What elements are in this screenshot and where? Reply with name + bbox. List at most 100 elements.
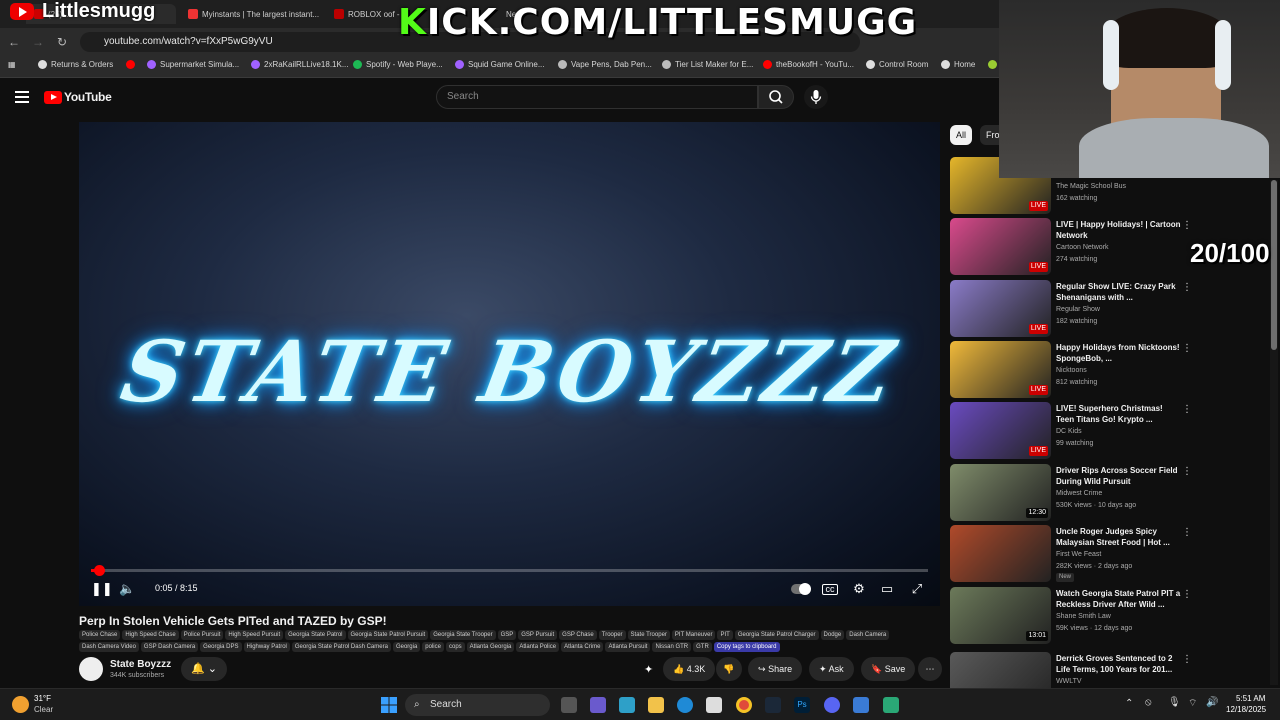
youtube-logo-text[interactable]: YouTube: [64, 90, 112, 104]
progress-bar[interactable]: [91, 565, 928, 576]
more-actions-button[interactable]: ⋯: [918, 657, 942, 681]
volume-icon[interactable]: 🔈: [119, 581, 135, 597]
search-button[interactable]: [758, 85, 794, 109]
recommendation-title[interactable]: Happy Holidays from Nicktoons! SpongeBob…: [1056, 342, 1182, 364]
recommendation-thumbnail[interactable]: LIVE: [950, 402, 1051, 459]
pause-icon[interactable]: ❚❚: [91, 581, 113, 597]
browser-tab[interactable]: Myinstants | The largest instant...✕: [180, 4, 320, 24]
recommendation-item[interactable]: LIVE Happy Holidays from Nicktoons! Spong…: [950, 341, 1270, 398]
recommendation-item[interactable]: 13:01 Watch Georgia State Patrol PIT a Re…: [950, 587, 1270, 644]
channel-name[interactable]: State Boyzzz: [110, 659, 171, 670]
more-vertical-icon[interactable]: ⋮: [1182, 589, 1192, 600]
recommendation-channel[interactable]: Shane Smith Law: [1056, 613, 1111, 620]
discord-icon[interactable]: [824, 697, 840, 713]
recommendation-title[interactable]: Watch Georgia State Patrol PIT a Reckles…: [1056, 588, 1182, 610]
captions-icon[interactable]: cc: [822, 584, 838, 595]
share-button[interactable]: ↪ Share: [748, 657, 803, 681]
bookmark-squid-game[interactable]: Squid Game Online...: [455, 60, 544, 69]
volume-tray-icon[interactable]: 🔊: [1206, 697, 1218, 708]
browser-tab[interactable]: ROBLOX oof - ...: [326, 4, 406, 24]
file-explorer-icon[interactable]: [648, 697, 664, 713]
chevron-up-icon[interactable]: ⌃: [1125, 698, 1133, 709]
fullscreen-icon[interactable]: ⤢: [909, 581, 925, 597]
bookmark-youtube[interactable]: [126, 60, 135, 69]
recommendation-thumbnail[interactable]: [950, 525, 1051, 582]
bookmark-home[interactable]: Home: [941, 60, 975, 69]
reload-icon[interactable]: ↻: [54, 34, 70, 50]
task-view-icon[interactable]: [561, 697, 577, 713]
recommendation-thumbnail[interactable]: LIVE: [950, 280, 1051, 337]
bookmark-spotify[interactable]: Spotify - Web Playe...: [353, 60, 443, 69]
like-button[interactable]: 👍 4.3K: [663, 657, 715, 681]
progress-scrubber[interactable]: [94, 565, 106, 576]
taskbar-search[interactable]: ⌕ Search: [405, 694, 550, 716]
recommendation-channel[interactable]: The Magic School Bus: [1056, 183, 1126, 190]
recommendation-title[interactable]: Uncle Roger Judges Spicy Malaysian Stree…: [1056, 526, 1182, 548]
youtube-logo-icon[interactable]: [44, 91, 62, 104]
more-vertical-icon[interactable]: ⋮: [1182, 343, 1192, 354]
recommendation-item[interactable]: LIVE Regular Show LIVE: Crazy Park Shenan…: [950, 280, 1270, 337]
miniplayer-icon[interactable]: ▭: [879, 581, 895, 597]
menu-icon[interactable]: [15, 91, 29, 103]
bookmark-control-room[interactable]: Control Room: [866, 60, 928, 69]
notification-bell-button[interactable]: 🔔 ⌄: [181, 657, 227, 681]
recommendation-item[interactable]: LIVE LIVE! Superhero Christmas! Teen Tita…: [950, 402, 1270, 459]
search-input[interactable]: Search: [436, 85, 758, 109]
steam-icon[interactable]: [765, 697, 781, 713]
teams-icon[interactable]: [590, 697, 606, 713]
recommendation-thumbnail[interactable]: 12:30: [950, 464, 1051, 521]
recommendation-channel[interactable]: Cartoon Network: [1056, 244, 1109, 251]
bookmark-extension[interactable]: [988, 60, 997, 69]
ask-button[interactable]: ✦ Ask: [809, 657, 854, 681]
forward-arrow-icon[interactable]: →: [30, 34, 46, 50]
bookmark-returns[interactable]: Returns & Orders: [38, 60, 113, 69]
copy-tags-button[interactable]: Copy tags to clipboard: [713, 642, 780, 652]
sparkle-icon[interactable]: ✦: [644, 663, 658, 677]
photoshop-icon[interactable]: Ps: [794, 697, 810, 713]
copilot-icon[interactable]: [619, 697, 635, 713]
more-vertical-icon[interactable]: ⋮: [1182, 527, 1192, 538]
app-green-icon[interactable]: [883, 697, 899, 713]
recommendation-title[interactable]: Regular Show LIVE: Crazy Park Shenanigan…: [1056, 281, 1182, 303]
bookmark-tier-list[interactable]: Tier List Maker for E...: [662, 60, 753, 69]
chip-all[interactable]: All: [950, 125, 973, 145]
more-vertical-icon[interactable]: ⋮: [1182, 466, 1192, 477]
more-vertical-icon[interactable]: ⋮: [1182, 282, 1192, 293]
bookmark-supermarket[interactable]: Supermarket Simula...: [147, 60, 239, 69]
notification-icon[interactable]: ⦸: [1145, 697, 1152, 708]
bookmark-vape[interactable]: Vape Pens, Dab Pen...: [558, 60, 652, 69]
recommendation-channel[interactable]: Midwest Crime: [1056, 490, 1102, 497]
recommendation-channel[interactable]: DC Kids: [1056, 428, 1082, 435]
microphone-tray-icon[interactable]: 🎙: [1168, 697, 1181, 708]
edge-icon[interactable]: [677, 697, 693, 713]
clock-time[interactable]: 5:51 AM: [1236, 694, 1265, 703]
recommendation-channel[interactable]: WWLTV: [1056, 678, 1082, 685]
voice-search-button[interactable]: [804, 85, 828, 109]
recommendation-thumbnail[interactable]: 13:01: [950, 587, 1051, 644]
recommendation-title[interactable]: Derrick Groves Sentenced to 2 Life Terms…: [1056, 653, 1182, 675]
apps-grid-icon[interactable]: ▦: [8, 60, 16, 69]
weather-icon[interactable]: [12, 696, 29, 713]
store-icon[interactable]: [706, 697, 722, 713]
recommendation-item[interactable]: Uncle Roger Judges Spicy Malaysian Stree…: [950, 525, 1270, 582]
video-player[interactable]: STATE BOYZZZ ❚❚ 🔈 0:05 / 8:15 cc ⚙ ▭ ⤢: [79, 122, 940, 606]
save-button[interactable]: 🔖 Save: [861, 657, 916, 681]
recommendation-thumbnail[interactable]: LIVE: [950, 341, 1051, 398]
chrome-icon[interactable]: [736, 697, 752, 713]
recommendation-channel[interactable]: Regular Show: [1056, 306, 1100, 313]
channel-avatar[interactable]: [79, 657, 103, 681]
more-vertical-icon[interactable]: ⋮: [1182, 654, 1192, 665]
bookmark-bookofh[interactable]: theBookofH - YouTu...: [763, 60, 854, 69]
app-window-icon[interactable]: [853, 697, 869, 713]
scrollbar-thumb[interactable]: [1271, 180, 1277, 350]
scrollbar[interactable]: [1270, 180, 1278, 685]
recommendation-thumbnail[interactable]: LIVE: [950, 218, 1051, 275]
recommendation-channel[interactable]: Nicktoons: [1056, 367, 1087, 374]
recommendation-title[interactable]: LIVE! Superhero Christmas! Teen Titans G…: [1056, 403, 1182, 425]
more-vertical-icon[interactable]: ⋮: [1182, 404, 1192, 415]
back-arrow-icon[interactable]: ←: [6, 34, 22, 50]
recommendation-title[interactable]: Driver Rips Across Soccer Field During W…: [1056, 465, 1182, 487]
recommendation-item[interactable]: 12:30 Driver Rips Across Soccer Field Dur…: [950, 464, 1270, 521]
recommendation-title[interactable]: LIVE | Happy Holidays! | Cartoon Network: [1056, 219, 1182, 241]
recommendation-channel[interactable]: First We Feast: [1056, 551, 1101, 558]
